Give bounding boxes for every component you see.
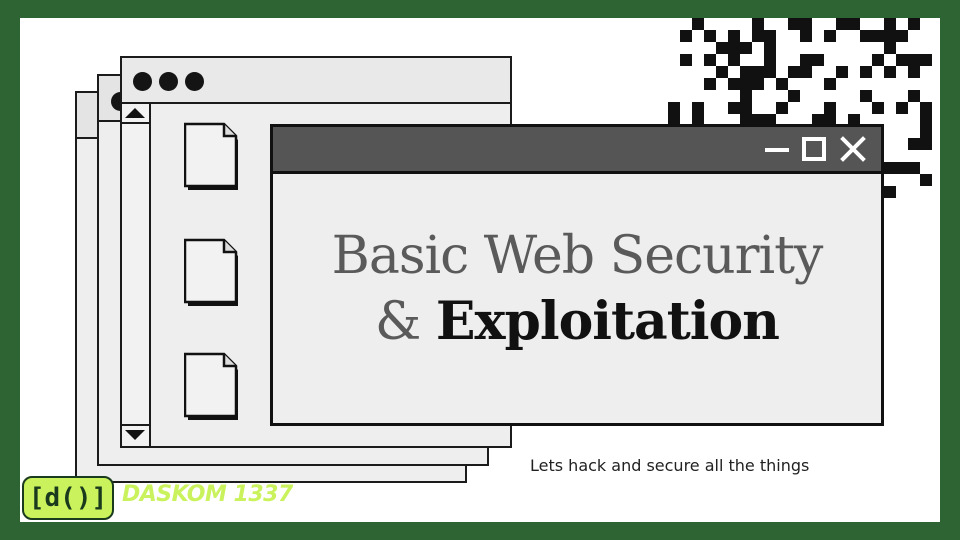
title-line-1: Basic Web Security [331, 226, 824, 286]
logo-name: DASKOM 1337 [122, 482, 293, 507]
window-dot-icon[interactable] [159, 72, 178, 91]
maximize-icon[interactable] [801, 136, 827, 162]
window-dot-icon[interactable] [133, 72, 152, 91]
scroll-up-icon[interactable] [125, 108, 145, 118]
window-title-bar[interactable] [273, 127, 881, 174]
title-line-2: & Exploitation [273, 289, 881, 355]
slide-title: Basic Web Security & Exploitation [273, 223, 881, 355]
scrollbar[interactable] [122, 104, 151, 446]
explorer-title-bar [122, 58, 510, 104]
minimize-icon[interactable] [763, 137, 791, 161]
daskom-logo: [d()] DASKOM 1337 [22, 476, 293, 520]
slide-canvas: Basic Web Security & Exploitation Lets h… [20, 18, 940, 522]
file-icon[interactable] [184, 352, 240, 422]
close-icon[interactable] [839, 135, 867, 163]
file-icon[interactable] [184, 122, 240, 192]
window-dot-icon[interactable] [185, 72, 204, 91]
file-icon[interactable] [184, 238, 240, 308]
main-title-window: Basic Web Security & Exploitation [270, 124, 884, 426]
title-emphasis: Exploitation [435, 291, 780, 352]
slide-subtitle: Lets hack and secure all the things [530, 456, 810, 475]
logo-mark: [d()] [22, 476, 114, 520]
title-ampersand: & [375, 292, 421, 352]
scroll-down-icon[interactable] [125, 430, 145, 440]
